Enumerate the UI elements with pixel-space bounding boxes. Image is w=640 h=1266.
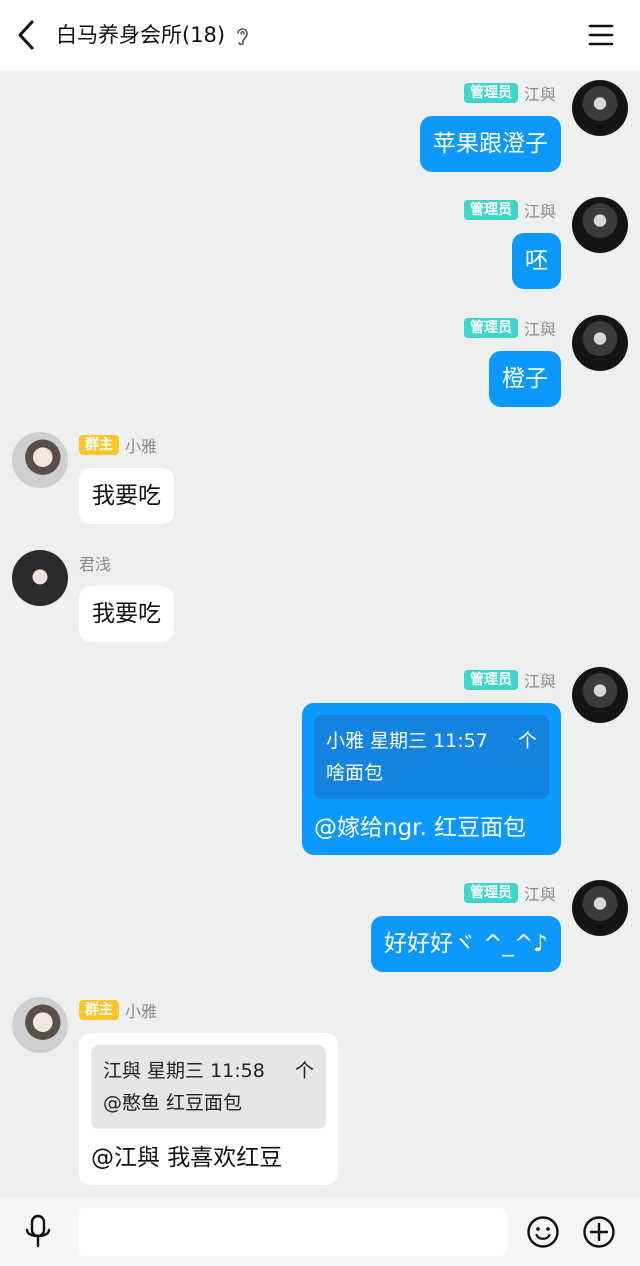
sender-info: 管理员 江與 xyxy=(463,81,556,105)
sender-name[interactable]: 小雅 xyxy=(125,433,157,457)
quoted-message[interactable]: 小雅 星期三 11:57 个 啥面包 xyxy=(314,715,549,799)
avatar[interactable] xyxy=(12,432,68,488)
message-bubble[interactable]: 苹果跟澄子 xyxy=(420,116,561,172)
quoted-message[interactable]: 江與 星期三 11:58 个 @憨鱼 红豆面包 xyxy=(91,1045,326,1129)
sender-name[interactable]: 小雅 xyxy=(125,998,157,1022)
message-bubble[interactable]: 我要吃 xyxy=(79,468,174,524)
sender-name[interactable]: 君浅 xyxy=(79,551,111,575)
message-text: 我要吃 xyxy=(92,601,161,627)
message-bubble[interactable]: 江與 星期三 11:58 个 @憨鱼 红豆面包 @江與 我喜欢红豆 xyxy=(79,1033,338,1185)
sender-info: 管理员 江與 xyxy=(463,881,556,905)
message-input[interactable] xyxy=(79,1208,507,1256)
admin-badge: 管理员 xyxy=(463,883,518,903)
sender-info: 管理员 江與 xyxy=(463,198,556,222)
avatar[interactable] xyxy=(572,880,628,936)
message-bubble[interactable]: 呸 xyxy=(512,233,561,289)
sender-info: 君浅 xyxy=(79,552,111,574)
input-bar xyxy=(0,1198,640,1266)
message-text: 橙子 xyxy=(502,366,548,392)
sender-name[interactable]: 江與 xyxy=(524,881,556,905)
message-bubble[interactable]: 我要吃 xyxy=(79,586,174,642)
sender-name[interactable]: 江與 xyxy=(524,198,556,222)
jump-to-quote-icon[interactable]: 个 xyxy=(518,725,537,757)
group-title: 白马养身会所(18) xyxy=(56,23,226,47)
back-button[interactable] xyxy=(10,14,46,56)
avatar[interactable] xyxy=(12,550,68,606)
message-bubble[interactable]: 橙子 xyxy=(489,351,561,407)
sender-info: 群主 小雅 xyxy=(79,999,157,1021)
message-bubble[interactable]: 好好好ヾ ^_^♪ xyxy=(370,916,561,972)
quote-header: 小雅 星期三 11:57 xyxy=(326,730,488,752)
microphone-icon[interactable] xyxy=(22,1214,54,1250)
sender-name[interactable]: 江與 xyxy=(524,668,556,692)
message-text: 好好好ヾ ^_^♪ xyxy=(383,931,548,957)
ear-icon xyxy=(237,28,248,46)
chat-header: 白马养身会所(18) xyxy=(0,0,640,70)
quote-text: 啥面包 xyxy=(326,762,384,784)
menu-button[interactable] xyxy=(586,20,616,50)
sender-info: 管理员 江與 xyxy=(463,668,556,692)
message-text: 呸 xyxy=(525,248,548,274)
avatar[interactable] xyxy=(572,80,628,136)
owner-badge: 群主 xyxy=(79,1000,119,1020)
sender-info: 群主 小雅 xyxy=(79,434,157,456)
message-list[interactable]: 管理员 江與 苹果跟澄子 管理员 江與 呸 管理员 江與 橙子 群主 小雅 我要… xyxy=(0,70,640,1198)
message-text: @嫁给ngr. 红豆面包 xyxy=(314,815,527,841)
message-text: @江與 我喜欢红豆 xyxy=(91,1145,283,1171)
message-text: 苹果跟澄子 xyxy=(433,131,548,157)
avatar[interactable] xyxy=(572,197,628,253)
sender-name[interactable]: 江與 xyxy=(524,81,556,105)
sender-name[interactable]: 江與 xyxy=(524,316,556,340)
admin-badge: 管理员 xyxy=(463,318,518,338)
plus-circle-icon[interactable] xyxy=(582,1215,616,1249)
message-text: 我要吃 xyxy=(92,483,161,509)
quote-header: 江與 星期三 11:58 xyxy=(103,1060,265,1082)
admin-badge: 管理员 xyxy=(463,670,518,690)
sender-info: 管理员 江與 xyxy=(463,316,556,340)
admin-badge: 管理员 xyxy=(463,83,518,103)
jump-to-quote-icon[interactable]: 个 xyxy=(295,1055,314,1087)
avatar[interactable] xyxy=(572,315,628,371)
avatar[interactable] xyxy=(572,667,628,723)
smiley-face-icon[interactable] xyxy=(526,1215,560,1249)
quote-text: @憨鱼 红豆面包 xyxy=(103,1092,243,1114)
message-bubble[interactable]: 小雅 星期三 11:57 个 啥面包 @嫁给ngr. 红豆面包 xyxy=(302,703,561,855)
admin-badge: 管理员 xyxy=(463,200,518,220)
avatar[interactable] xyxy=(12,997,68,1053)
owner-badge: 群主 xyxy=(79,435,119,455)
